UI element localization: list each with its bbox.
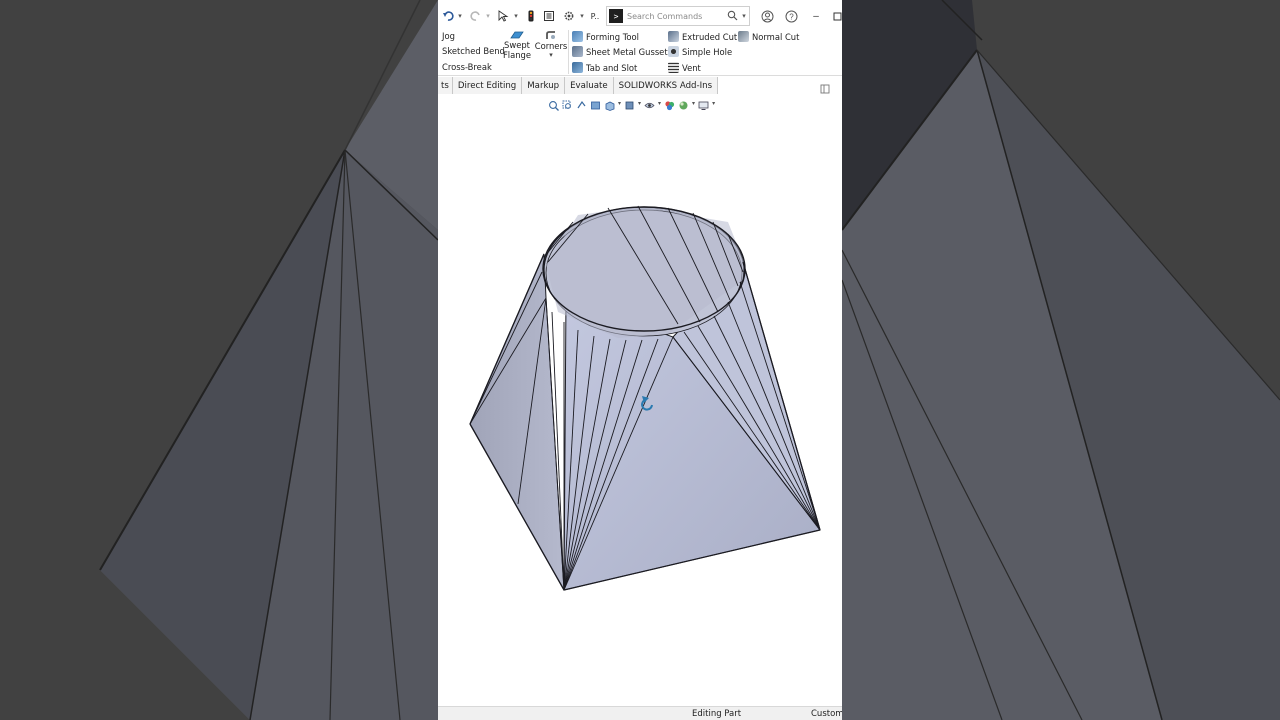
search-commands-input[interactable]: Search Commands xyxy=(627,12,727,21)
sheet-metal-ribbon: Jog Sketched Bend Cross-Break Swept Flan… xyxy=(438,28,842,76)
command-prompt-icon: > xyxy=(609,9,623,23)
overflow-label[interactable]: P.. xyxy=(588,6,602,26)
blurred-background-right xyxy=(842,0,1280,720)
tab-and-slot-button[interactable]: Tab and Slot xyxy=(572,62,637,73)
tab-label: SOLIDWORKS Add-Ins xyxy=(618,80,713,91)
search-commands-box[interactable]: > Search Commands ▾ xyxy=(606,6,750,26)
display-style-icon[interactable] xyxy=(624,98,635,109)
file-properties-icon[interactable] xyxy=(542,6,556,26)
search-dropdown-icon[interactable]: ▾ xyxy=(739,12,749,20)
swept-flange-label-line2: Flange xyxy=(502,50,532,60)
tab-and-slot-icon xyxy=(572,62,583,73)
apply-scene-icon[interactable] xyxy=(678,98,689,109)
corners-dropdown-icon[interactable]: ▾ xyxy=(549,51,553,59)
extruded-cut-icon xyxy=(668,31,679,42)
edit-appearance-icon[interactable] xyxy=(664,98,675,110)
tab-solidworks-add-ins[interactable]: SOLIDWORKS Add-Ins xyxy=(613,77,719,94)
view-orientation-dropdown-icon[interactable]: ▾ xyxy=(618,100,621,107)
simple-hole-label: Simple Hole xyxy=(682,46,733,57)
previous-view-icon[interactable] xyxy=(576,98,587,109)
normal-cut-label: Normal Cut xyxy=(752,31,800,42)
undo-icon[interactable] xyxy=(440,6,456,26)
options-dropdown-icon[interactable]: ▾ xyxy=(578,6,586,26)
zoom-to-fit-icon[interactable] xyxy=(548,98,559,111)
tab-sketch-partial[interactable]: ts xyxy=(438,77,453,94)
view-orientation-icon[interactable] xyxy=(604,98,615,111)
vent-icon xyxy=(668,62,679,73)
tab-and-slot-label: Tab and Slot xyxy=(586,62,638,73)
select-pointer-icon[interactable] xyxy=(496,6,510,26)
tab-direct-editing[interactable]: Direct Editing xyxy=(452,77,523,94)
vent-label: Vent xyxy=(682,62,701,73)
extruded-cut-label: Extruded Cut xyxy=(682,31,738,42)
jog-button[interactable]: Jog xyxy=(442,31,455,41)
quick-access-toolbar: ▾ ▾ ▾ ▾ P.. > Search Commands ▾ ? – xyxy=(438,4,842,28)
sketched-bend-label: Sketched Bend xyxy=(442,46,505,56)
swept-flange-button[interactable]: Swept Flange xyxy=(502,30,532,60)
normal-cut-icon xyxy=(738,31,749,42)
swept-flange-icon xyxy=(510,30,524,40)
heads-up-view-toolbar: ▾ ▾ ▾ ▾ ▾ xyxy=(548,96,715,111)
corners-button[interactable]: Corners ▾ xyxy=(535,30,567,59)
cross-break-button[interactable]: Cross-Break xyxy=(442,62,492,72)
display-style-dropdown-icon[interactable]: ▾ xyxy=(638,100,641,107)
swept-flange-label-line1: Swept xyxy=(504,40,530,50)
extruded-cut-button[interactable]: Extruded Cut xyxy=(668,31,737,42)
section-view-icon[interactable] xyxy=(590,98,601,109)
vent-button[interactable]: Vent xyxy=(668,62,701,73)
tab-evaluate[interactable]: Evaluate xyxy=(565,77,614,94)
tab-markup[interactable]: Markup xyxy=(522,77,566,94)
corners-icon xyxy=(545,30,557,41)
search-icon[interactable] xyxy=(727,10,739,22)
minimize-button[interactable]: – xyxy=(810,6,822,26)
tab-label: Evaluate xyxy=(570,80,608,91)
tab-label: ts xyxy=(441,80,449,91)
status-bar: Editing Part Custom xyxy=(438,706,842,720)
gear-icon[interactable] xyxy=(562,6,576,26)
tab-label: Direct Editing xyxy=(457,80,517,91)
view-settings-icon[interactable] xyxy=(698,98,709,110)
status-editing-part: Editing Part xyxy=(692,709,742,719)
command-manager-tabs: ts Direct Editing Markup Evaluate SOLIDW… xyxy=(438,77,719,94)
sketched-bend-button[interactable]: Sketched Bend xyxy=(442,46,505,56)
sheet-metal-gusset-label: Sheet Metal Gusset xyxy=(586,46,668,57)
rebuild-icon[interactable] xyxy=(524,6,538,26)
svg-text:?: ? xyxy=(789,12,794,21)
corners-label: Corners xyxy=(534,41,568,51)
hide-show-items-icon[interactable] xyxy=(644,98,655,109)
solidworks-window: ▾ ▾ ▾ ▾ P.. > Search Commands ▾ ? – Jog … xyxy=(438,0,842,720)
restore-window-icon[interactable] xyxy=(832,6,842,26)
view-settings-dropdown-icon[interactable]: ▾ xyxy=(712,100,715,107)
select-dropdown-icon[interactable]: ▾ xyxy=(512,6,520,26)
sheet-metal-transition-model[interactable] xyxy=(438,112,842,694)
tab-label: Markup xyxy=(527,80,560,91)
panel-toggle-icon[interactable] xyxy=(820,81,830,94)
simple-hole-icon xyxy=(668,46,679,57)
forming-tool-icon xyxy=(572,31,583,42)
forming-tool-button[interactable]: Forming Tool xyxy=(572,31,639,42)
jog-label: Jog xyxy=(442,31,455,41)
simple-hole-button[interactable]: Simple Hole xyxy=(668,46,732,57)
cross-break-label: Cross-Break xyxy=(442,62,492,72)
normal-cut-button[interactable]: Normal Cut xyxy=(738,31,799,42)
gusset-icon xyxy=(572,46,583,57)
redo-icon[interactable] xyxy=(468,6,484,26)
sheet-metal-gusset-button[interactable]: Sheet Metal Gusset xyxy=(572,46,668,57)
forming-tool-label: Forming Tool xyxy=(586,31,639,42)
hide-show-dropdown-icon[interactable]: ▾ xyxy=(658,100,661,107)
blurred-background-left xyxy=(0,0,438,720)
apply-scene-dropdown-icon[interactable]: ▾ xyxy=(692,100,695,107)
status-custom-units[interactable]: Custom xyxy=(811,709,842,719)
help-icon[interactable]: ? xyxy=(784,6,798,26)
zoom-to-area-icon[interactable] xyxy=(562,98,573,109)
graphics-area[interactable] xyxy=(438,112,842,694)
ribbon-separator xyxy=(568,30,569,74)
screen: ▾ ▾ ▾ ▾ P.. > Search Commands ▾ ? – Jog … xyxy=(0,0,1280,720)
redo-dropdown-icon[interactable]: ▾ xyxy=(484,6,492,26)
user-icon[interactable] xyxy=(760,6,774,26)
undo-dropdown-icon[interactable]: ▾ xyxy=(456,6,464,26)
